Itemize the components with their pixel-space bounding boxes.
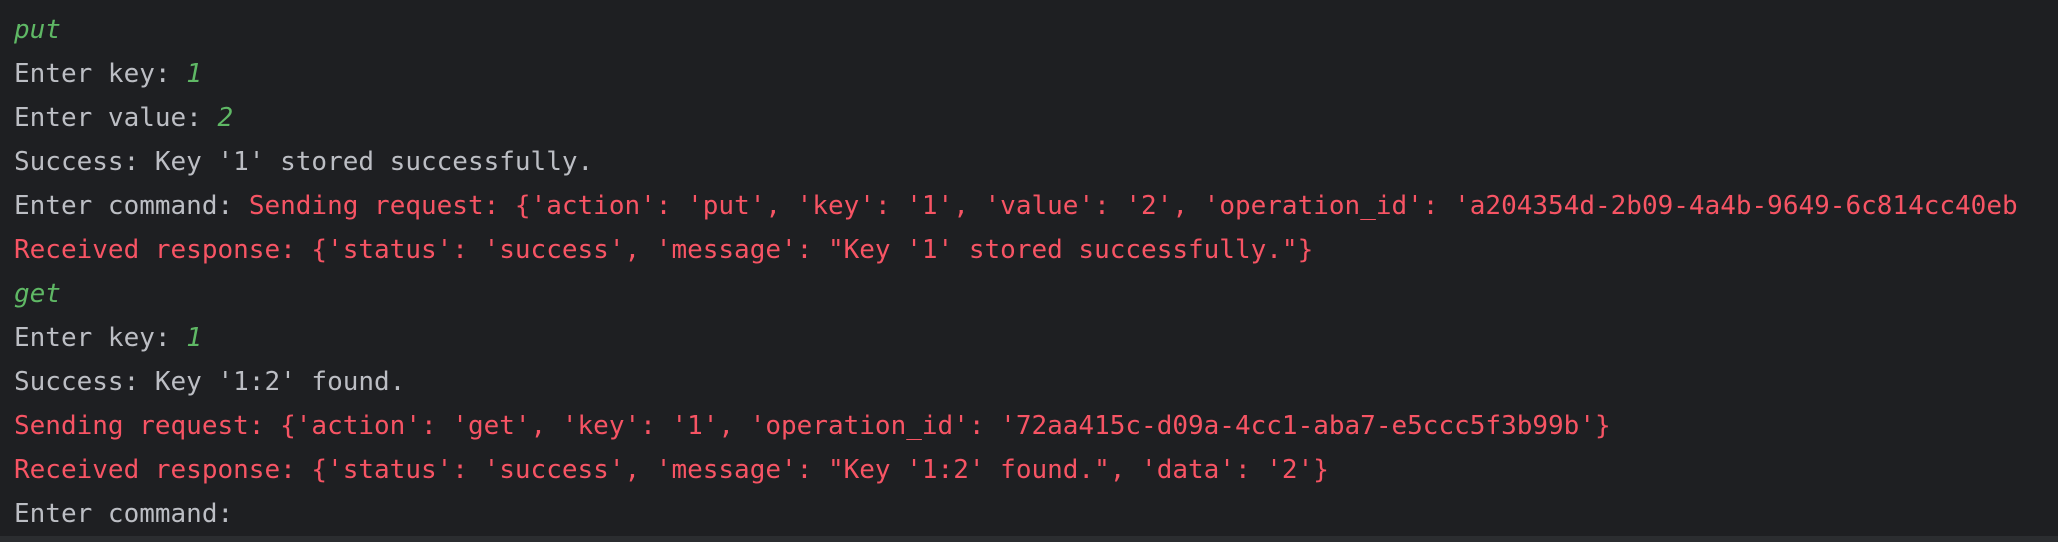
console-line-stderr: Received response: {'status': 'success',… (14, 235, 1314, 265)
console-line-prompt: Enter key: 1 (14, 54, 202, 94)
console-line-stdout: Success: Key '1:2' found. (14, 367, 406, 397)
prompt-text: Enter key: (14, 59, 187, 89)
prompt-text: Enter command: (14, 191, 249, 221)
console-line-prompt: Enter key: 1 (14, 318, 202, 358)
prompt-text: Enter value: (14, 103, 218, 133)
console-line-stdout: Success: Key '1' stored successfully. (14, 147, 594, 177)
prompt-value: 1 (186, 323, 202, 353)
console-line-mixed: Enter command: Sending request: {'action… (14, 186, 2018, 226)
prompt-text: Enter key: (14, 323, 187, 353)
console-line-input: put (14, 15, 61, 45)
console-line-stdout: Enter command: (14, 499, 249, 529)
console-line-input: get (14, 279, 61, 309)
console-line-prompt: Enter value: 2 (14, 98, 233, 138)
console-output[interactable]: put Enter key: 1 Enter value: 2 Success:… (0, 0, 2058, 542)
prompt-value: 1 (186, 59, 202, 89)
prompt-value: 2 (217, 103, 234, 133)
console-line-stderr: Sending request: {'action': 'get', 'key'… (14, 411, 1611, 441)
stderr-text: Sending request: {'action': 'put', 'key'… (248, 191, 2018, 221)
console-bottom-edge (0, 536, 2058, 542)
console-line-stderr: Received response: {'status': 'success',… (14, 455, 1329, 485)
